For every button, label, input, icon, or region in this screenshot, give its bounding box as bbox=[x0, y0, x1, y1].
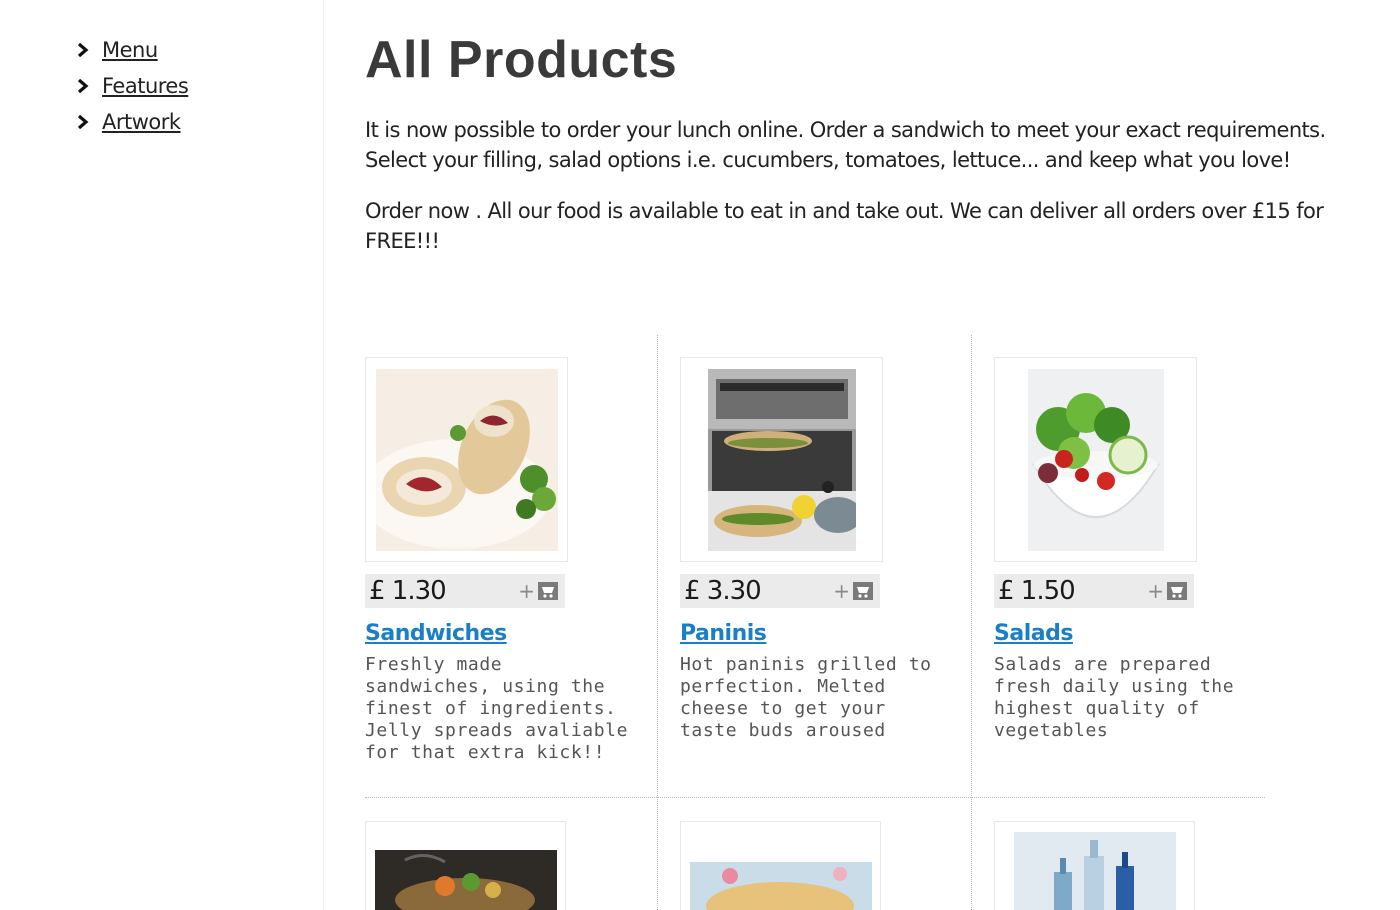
product-image-row2-1[interactable] bbox=[365, 821, 566, 910]
add-to-cart-icon bbox=[853, 582, 873, 600]
product-image-salads[interactable] bbox=[994, 357, 1197, 562]
product-description: Salads are prepared fresh daily using th… bbox=[994, 654, 1235, 741]
price-bar: £ 3.30 + bbox=[680, 574, 880, 608]
sidebar-link-artwork[interactable]: Artwork bbox=[102, 110, 181, 134]
plus-icon: + bbox=[1147, 579, 1164, 603]
page: Menu Features Artwork All Products It is… bbox=[0, 0, 1400, 910]
product-price: £ 1.50 bbox=[998, 576, 1076, 606]
product-image-paninis[interactable] bbox=[680, 357, 883, 562]
intro-text: It is now possible to order your lunch o… bbox=[365, 116, 1355, 278]
product-image-row2-2[interactable] bbox=[680, 821, 881, 910]
intro-paragraph-1: It is now possible to order your lunch o… bbox=[365, 118, 1326, 172]
product-image-sandwiches[interactable] bbox=[365, 357, 568, 562]
product-card-paninis: £ 3.30 + Paninis Hot paninis grilled to … bbox=[680, 357, 955, 742]
add-to-cart-button[interactable]: + bbox=[833, 579, 874, 603]
intro-paragraph-2: Order now . All our food is available to… bbox=[365, 199, 1324, 253]
product-link-paninis[interactable]: Paninis bbox=[680, 621, 955, 646]
product-description: Hot paninis grilled to perfection. Melte… bbox=[680, 654, 932, 741]
price-bar: £ 1.30 + bbox=[365, 574, 565, 608]
grid-divider-vertical bbox=[657, 335, 658, 910]
add-to-cart-button[interactable]: + bbox=[1147, 579, 1188, 603]
add-to-cart-icon bbox=[538, 582, 558, 600]
sidebar: Menu Features Artwork bbox=[0, 0, 324, 910]
chevron-right-icon bbox=[76, 114, 90, 130]
product-card-sandwiches: £ 1.30 + Sandwiches Freshly made sandwic… bbox=[365, 357, 640, 764]
chevron-right-icon bbox=[76, 78, 90, 94]
price-bar: £ 1.50 + bbox=[994, 574, 1194, 608]
product-price: £ 1.30 bbox=[369, 576, 447, 606]
plus-icon: + bbox=[833, 579, 850, 603]
sidebar-item-features[interactable]: Features bbox=[76, 74, 189, 110]
grid-divider-horizontal bbox=[365, 797, 1265, 798]
sidebar-nav-list: Menu Features Artwork bbox=[76, 38, 189, 146]
sidebar-link-features[interactable]: Features bbox=[102, 74, 189, 98]
sidebar-item-artwork[interactable]: Artwork bbox=[76, 110, 188, 146]
product-link-salads[interactable]: Salads bbox=[994, 621, 1269, 646]
add-to-cart-icon bbox=[1167, 582, 1187, 600]
product-price: £ 3.30 bbox=[684, 576, 762, 606]
product-card-salads: £ 1.50 + Salads Salads are prepared fres… bbox=[994, 357, 1269, 742]
product-link-sandwiches[interactable]: Sandwiches bbox=[365, 621, 640, 646]
sidebar-item-menu[interactable]: Menu bbox=[76, 38, 188, 74]
chevron-right-icon bbox=[76, 42, 90, 58]
sidebar-link-menu[interactable]: Menu bbox=[102, 38, 158, 62]
plus-icon: + bbox=[518, 579, 535, 603]
add-to-cart-button[interactable]: + bbox=[518, 579, 559, 603]
product-description: Freshly made sandwiches, using the fines… bbox=[365, 654, 629, 763]
grid-divider-vertical bbox=[971, 335, 972, 910]
page-title: All Products bbox=[365, 31, 678, 89]
product-image-row2-3[interactable] bbox=[994, 821, 1195, 910]
